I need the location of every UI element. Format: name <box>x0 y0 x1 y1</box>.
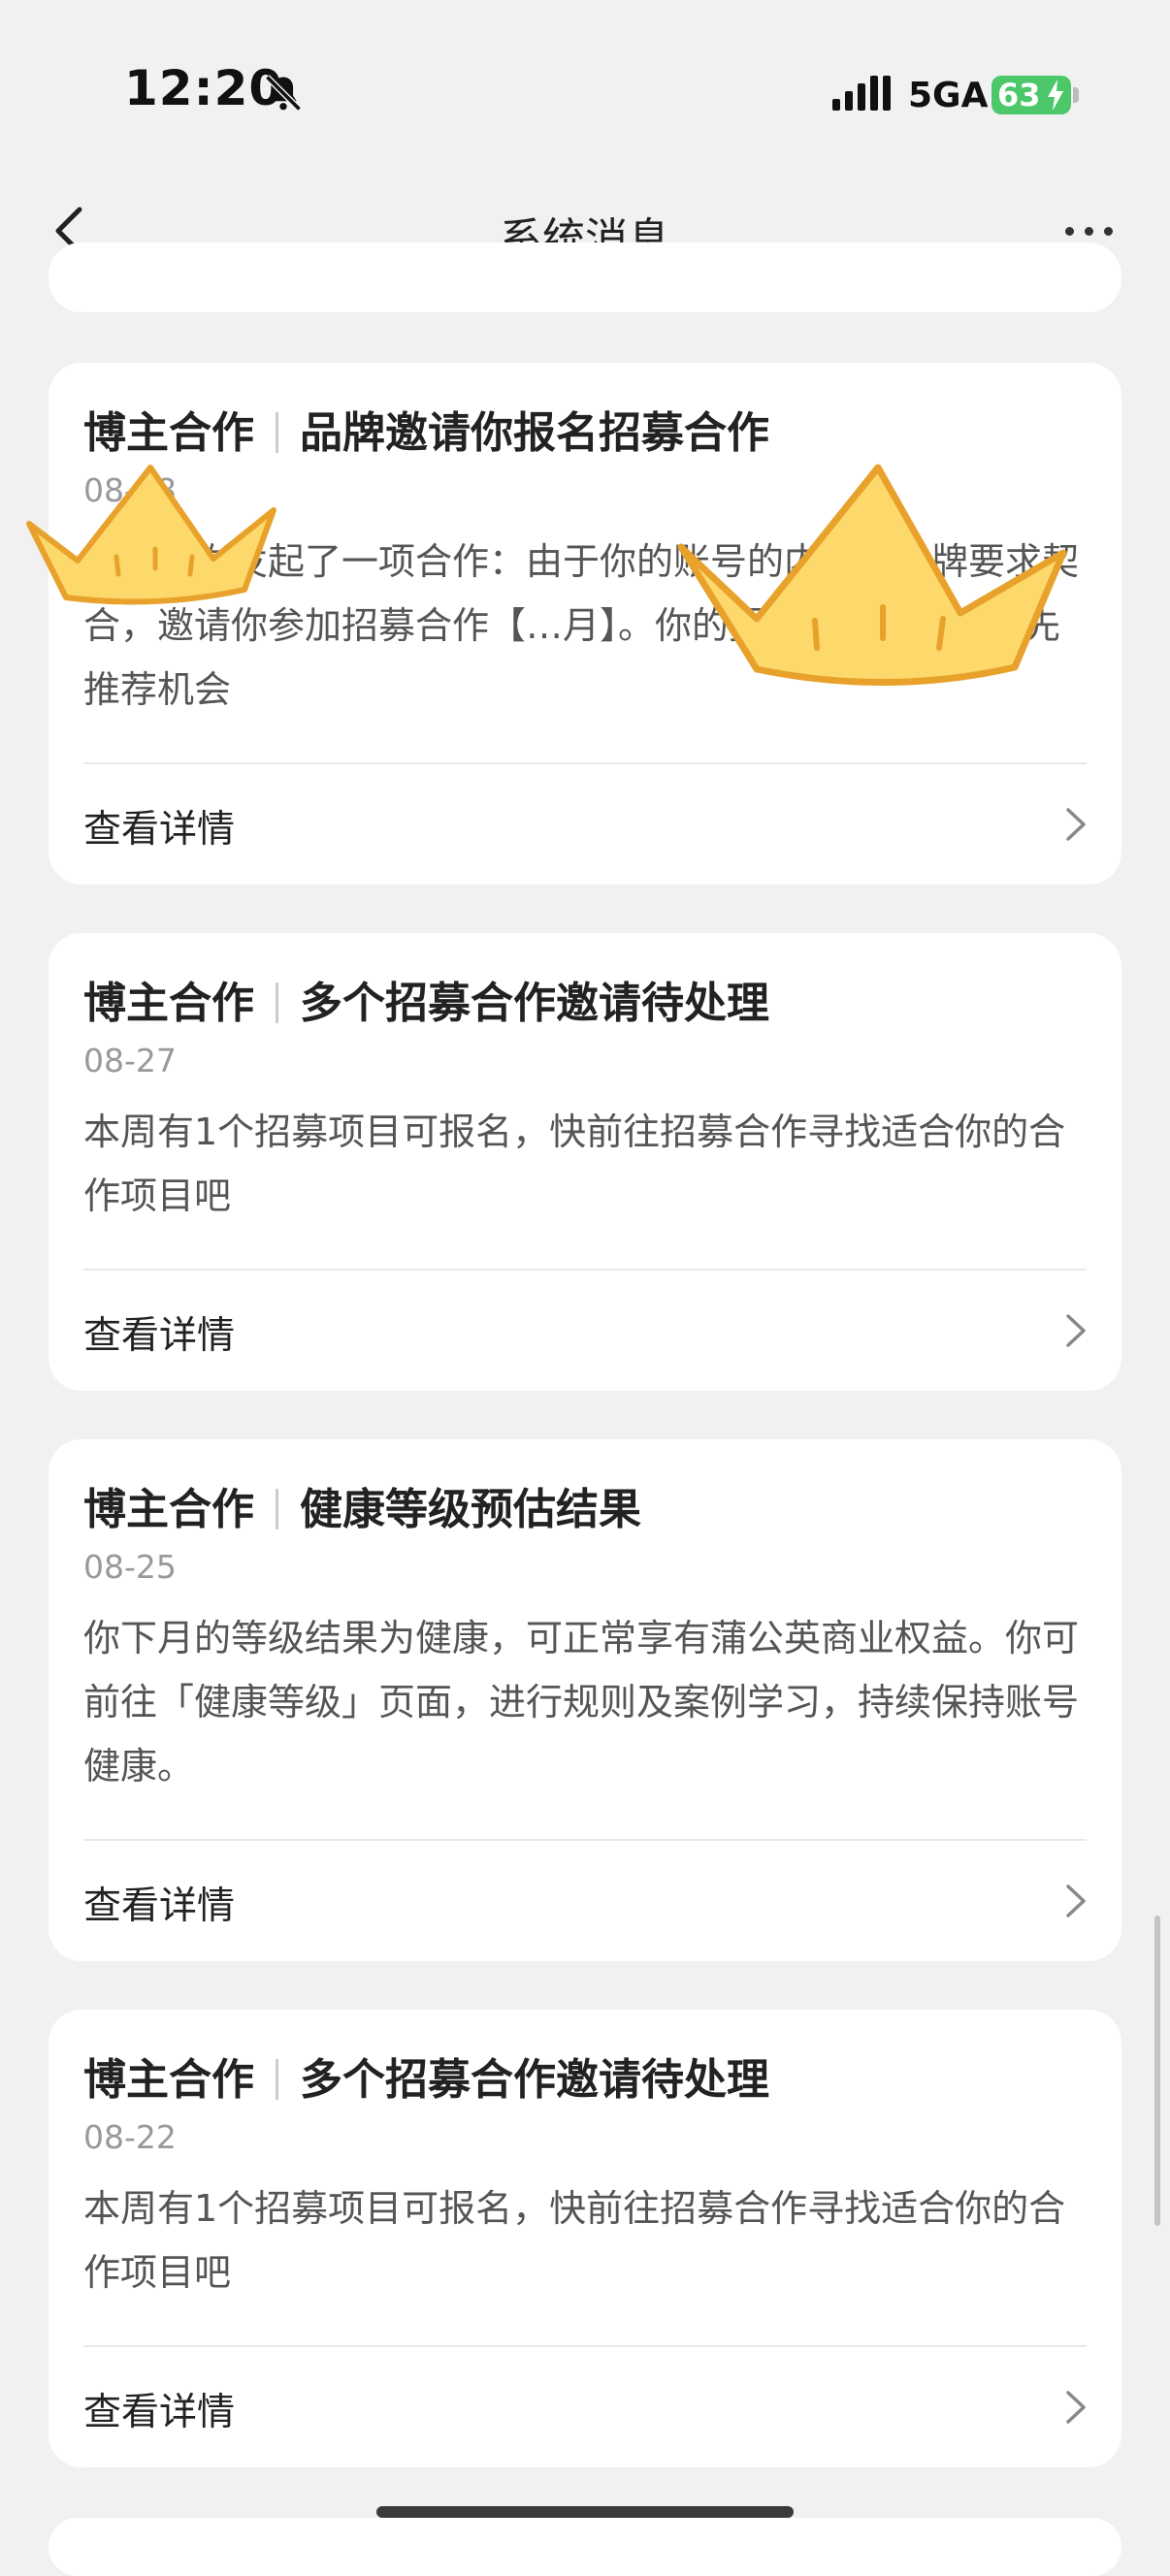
view-details-row[interactable]: 查看详情 <box>49 764 1121 881</box>
view-details-label: 查看详情 <box>83 2391 236 2434</box>
card-title: 健康等级预估结果 <box>300 1485 641 1534</box>
card-category: 博主合作 <box>83 1485 254 1534</box>
battery-tip <box>1073 87 1079 103</box>
card-heading: 博主合作 健康等级预估结果 <box>83 1474 641 1536</box>
view-details-row[interactable]: 查看详情 <box>49 2347 1121 2463</box>
card-body: 本周有1个招募项目可报名，快前往招募合作寻找适合你的合作项目吧 <box>83 1111 1066 1217</box>
heading-separator <box>276 982 278 1023</box>
card-heading: 博主合作 多个招募合作邀请待处理 <box>83 2045 769 2107</box>
chevron-right-icon <box>1066 2391 1086 2424</box>
card-title: 品牌邀请你报名招募合作 <box>300 408 769 458</box>
home-indicator[interactable] <box>376 2506 794 2518</box>
charging-bolt-icon <box>1048 80 1063 111</box>
card-category: 博主合作 <box>83 979 254 1028</box>
card-category: 博主合作 <box>83 2055 254 2105</box>
status-bar: 12:20 5GA 63 <box>0 0 1170 184</box>
card-heading: 博主合作 品牌邀请你报名招募合作 <box>83 398 769 460</box>
card-date: 08-25 <box>83 1548 177 1586</box>
view-details-label: 查看详情 <box>83 808 236 852</box>
card-date: 08-22 <box>83 2118 177 2156</box>
chevron-right-icon <box>1066 1884 1086 1917</box>
view-details-row[interactable]: 查看详情 <box>49 1271 1121 1387</box>
card-heading: 博主合作 多个招募合作邀请待处理 <box>83 968 769 1030</box>
battery-icon: 63 <box>991 76 1071 114</box>
heading-separator <box>276 1489 278 1530</box>
heading-separator <box>276 412 278 453</box>
battery-level: 63 <box>997 77 1041 113</box>
message-card: 博主合作 多个招募合作邀请待处理 08-22 本周有1个招募项目可报名，快前往招募… <box>49 2010 1121 2467</box>
chevron-right-icon <box>1066 1314 1086 1347</box>
card-body: 本周有1个招募项目可报名，快前往招募合作寻找适合你的合作项目吧 <box>83 2187 1066 2294</box>
message-card: 博主合作 多个招募合作邀请待处理 08-27 本周有1个招募项目可报名，快前往招募… <box>49 933 1121 1391</box>
view-details-row[interactable]: 查看详情 <box>49 1841 1121 1957</box>
message-card: 博主合作 健康等级预估结果 08-25 你下月的等级结果为健康，可正常享有蒲公英商… <box>49 1439 1121 1961</box>
card-category: 博主合作 <box>83 408 254 458</box>
crown-sticker-left <box>26 465 276 605</box>
card-title: 多个招募合作邀请待处理 <box>300 979 769 1028</box>
heading-separator <box>276 2059 278 2100</box>
network-type: 5GA <box>908 76 989 115</box>
view-details-label: 查看详情 <box>83 1884 236 1928</box>
card-title: 多个招募合作邀请待处理 <box>300 2055 769 2105</box>
view-details-label: 查看详情 <box>83 1314 236 1358</box>
message-card-partial <box>49 2518 1121 2576</box>
crown-sticker-right <box>677 464 1067 687</box>
bell-muted-icon <box>265 75 302 112</box>
scrollbar[interactable] <box>1154 1916 1160 2226</box>
message-card-partial <box>49 242 1121 312</box>
chevron-right-icon <box>1066 808 1086 841</box>
card-body: 你下月的等级结果为健康，可正常享有蒲公英商业权益。你可前往「健康等级」页面，进行… <box>83 1617 1080 1787</box>
status-time: 12:20 <box>124 60 284 116</box>
card-date: 08-27 <box>83 1042 177 1079</box>
signal-icon <box>832 76 891 111</box>
